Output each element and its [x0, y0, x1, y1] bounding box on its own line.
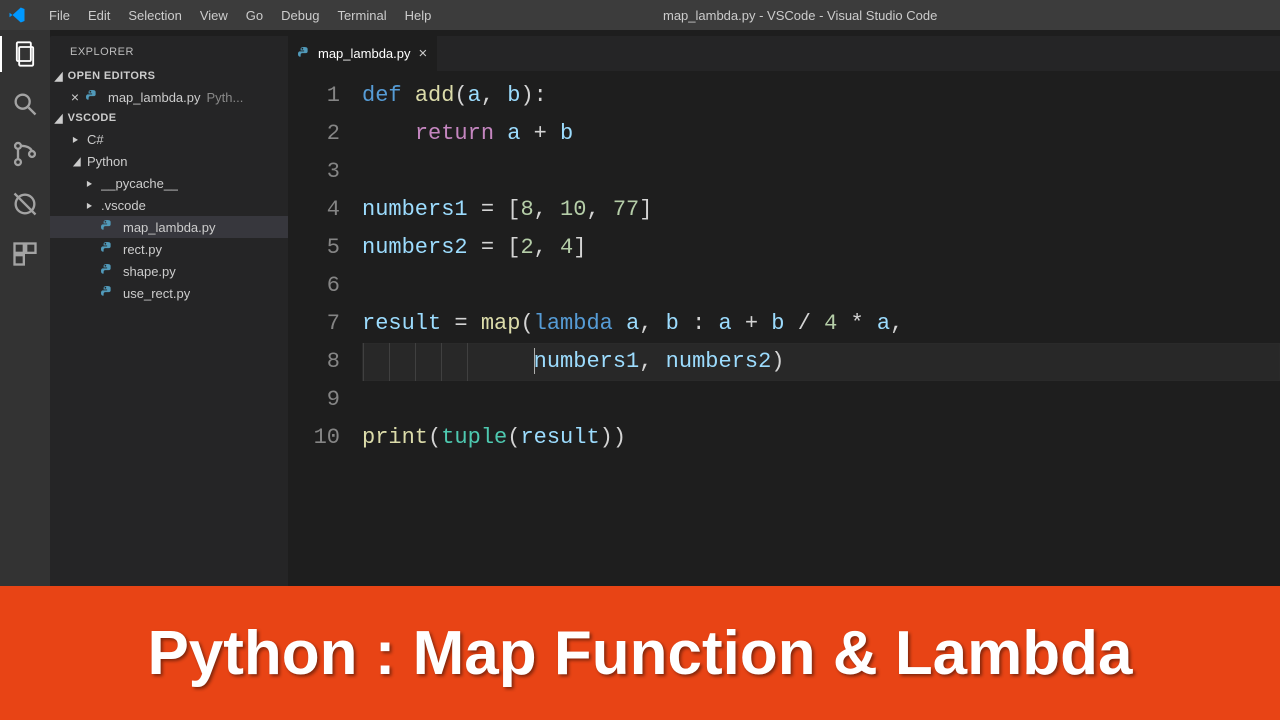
activity-bar	[0, 30, 50, 586]
extensions-activity-icon[interactable]	[11, 240, 39, 268]
folder-item[interactable]: ◢ Python	[50, 150, 288, 172]
source-control-activity-icon[interactable]	[11, 140, 39, 168]
line-gutter: 12345678910	[288, 77, 362, 586]
tree-label: __pycache__	[101, 176, 178, 191]
python-file-icon	[101, 286, 117, 300]
close-tab-icon[interactable]: ×	[419, 45, 428, 62]
chevron-icon: ◢	[73, 154, 83, 168]
tree-label: .vscode	[101, 198, 146, 213]
chevron-icon: ▸	[87, 198, 97, 212]
open-editor-desc: Pyth...	[207, 90, 244, 105]
explorer-activity-icon[interactable]	[11, 40, 39, 68]
code-editor[interactable]: 12345678910 def add(a, b): return a + b …	[288, 71, 1280, 586]
banner-text: Python : Map Function & Lambda	[147, 618, 1132, 689]
folder-item[interactable]: ▸ .vscode	[50, 194, 288, 216]
menu-edit[interactable]: Edit	[79, 8, 119, 23]
close-icon[interactable]: ×	[68, 89, 82, 105]
file-item[interactable]: map_lambda.py	[50, 216, 288, 238]
file-item[interactable]: use_rect.py	[50, 282, 288, 304]
chevron-icon: ▸	[87, 176, 97, 190]
search-activity-icon[interactable]	[11, 90, 39, 118]
python-file-icon	[101, 264, 117, 278]
banner: Python : Map Function & Lambda	[0, 586, 1280, 720]
editor-tab[interactable]: map_lambda.py ×	[288, 36, 438, 71]
menu-help[interactable]: Help	[396, 8, 441, 23]
explorer-panel: EXPLORER ◢ OPEN EDITORS × map_lambda.py …	[50, 36, 288, 586]
workbench: EXPLORER ◢ OPEN EDITORS × map_lambda.py …	[0, 30, 1280, 586]
tree-label: map_lambda.py	[123, 220, 216, 235]
window-title: map_lambda.py - VSCode - Visual Studio C…	[440, 8, 1280, 23]
tree-label: Python	[87, 154, 127, 169]
open-editor-item[interactable]: × map_lambda.py Pyth...	[50, 86, 288, 108]
code-content[interactable]: def add(a, b): return a + b numbers1 = […	[362, 77, 1280, 586]
python-file-icon	[101, 242, 117, 256]
open-editors-section[interactable]: ◢ OPEN EDITORS	[50, 66, 288, 86]
chevron-down-icon: ◢	[55, 111, 63, 125]
menu-go[interactable]: Go	[237, 8, 272, 23]
tree-label: C#	[87, 132, 104, 147]
chevron-down-icon: ◢	[55, 69, 63, 83]
debug-activity-icon[interactable]	[11, 190, 39, 218]
tab-bar: map_lambda.py ×	[288, 36, 1280, 71]
python-file-icon	[101, 220, 117, 234]
vscode-logo-icon	[8, 6, 26, 24]
open-editors-label: OPEN EDITORS	[68, 70, 156, 82]
tree-label: rect.py	[123, 242, 162, 257]
menu-file[interactable]: File	[40, 8, 79, 23]
chevron-icon: ▸	[73, 132, 83, 146]
menu-view[interactable]: View	[191, 8, 237, 23]
workspace-section[interactable]: ◢ VSCODE	[50, 108, 288, 128]
tab-label: map_lambda.py	[318, 46, 411, 61]
menu-terminal[interactable]: Terminal	[328, 8, 395, 23]
file-item[interactable]: shape.py	[50, 260, 288, 282]
explorer-title: EXPLORER	[50, 36, 288, 66]
file-item[interactable]: rect.py	[50, 238, 288, 260]
python-file-icon	[298, 47, 312, 61]
editor-group: map_lambda.py × 12345678910 def add(a, b…	[288, 36, 1280, 586]
menu-debug[interactable]: Debug	[272, 8, 328, 23]
folder-item[interactable]: ▸ __pycache__	[50, 172, 288, 194]
title-bar: FileEditSelectionViewGoDebugTerminalHelp…	[0, 0, 1280, 30]
workspace-label: VSCODE	[68, 112, 117, 124]
folder-item[interactable]: ▸ C#	[50, 128, 288, 150]
menu-selection[interactable]: Selection	[119, 8, 190, 23]
tree-label: use_rect.py	[123, 286, 190, 301]
open-editor-name: map_lambda.py	[108, 90, 201, 105]
tree-label: shape.py	[123, 264, 176, 279]
python-file-icon	[86, 90, 102, 104]
